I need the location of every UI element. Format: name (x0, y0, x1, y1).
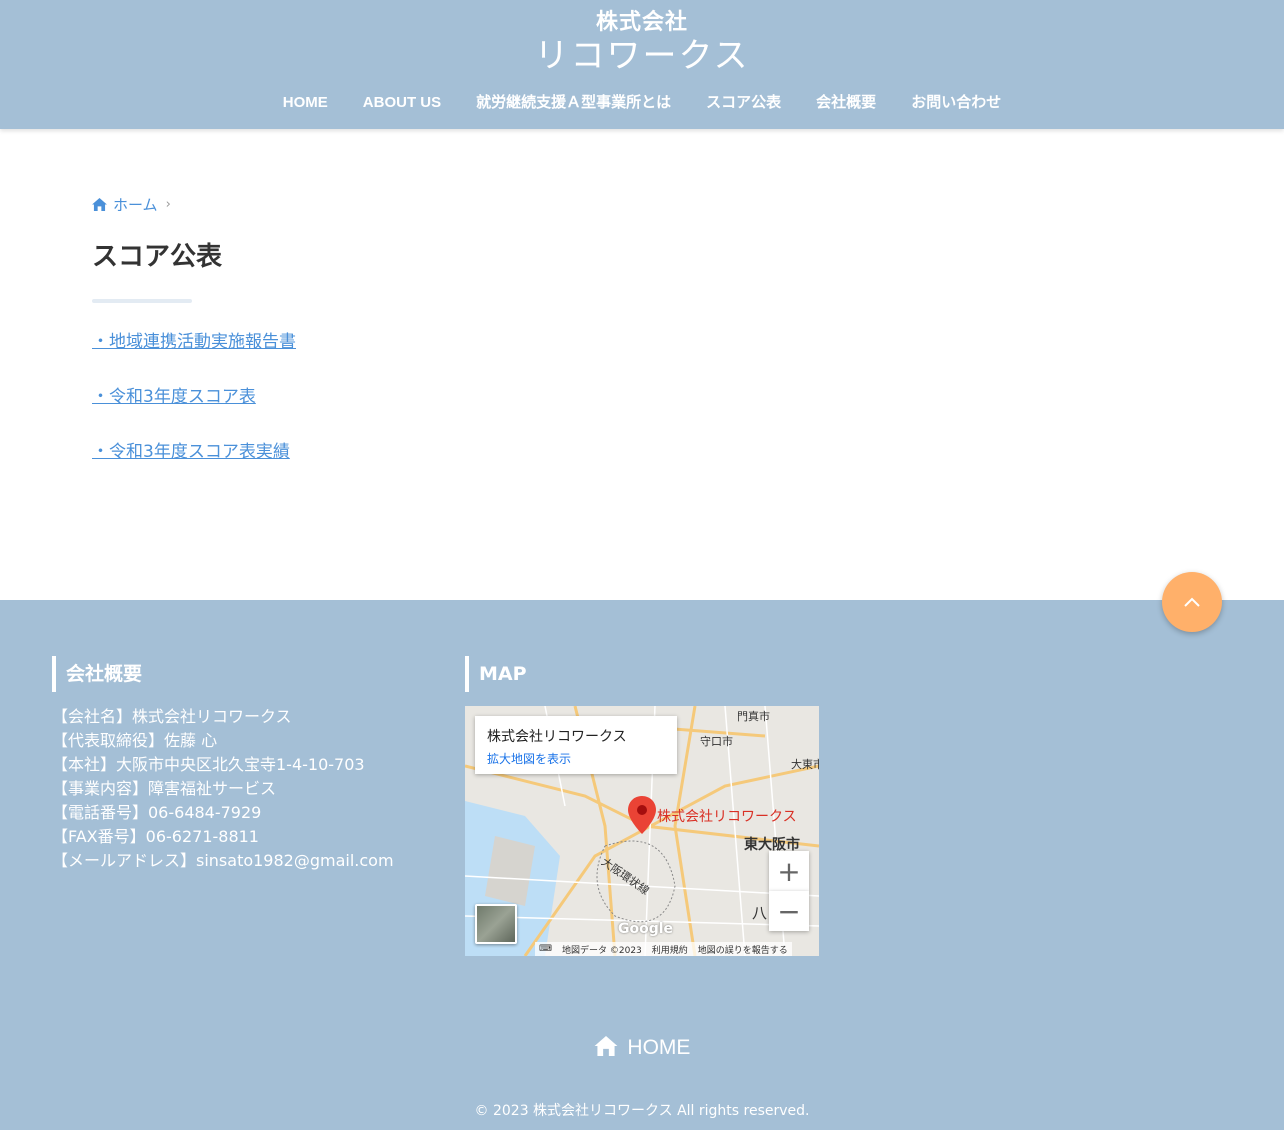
map-enlarge-link[interactable]: 拡大地図を表示 (487, 750, 665, 767)
map-label-daito: 大東市 (791, 758, 819, 771)
company-email: 【メールアドレス】sinsato1982@gmail.com (52, 851, 394, 870)
company-address: 【本社】大阪市中央区北久宝寺1-4-10-703 (52, 755, 365, 774)
chevron-right-icon: › (165, 197, 171, 212)
company-ceo: 【代表取締役】佐藤 心 (52, 731, 218, 750)
link-regional-report[interactable]: ・地域連携活動実施報告書 (92, 327, 296, 352)
link-score-results[interactable]: ・令和3年度スコア表実績 (92, 437, 290, 462)
map-terms-link[interactable]: 利用規約 (652, 943, 688, 956)
company-name: 【会社名】株式会社リコワークス (52, 707, 292, 726)
zoom-out-button[interactable]: − (769, 891, 809, 931)
zoom-in-button[interactable]: + (769, 851, 809, 891)
site-logo[interactable]: 株式会社 リコワークス (0, 8, 1284, 74)
footer-home-label: HOME (627, 1036, 691, 1059)
company-info: 【会社名】株式会社リコワークス 【代表取締役】佐藤 心 【本社】大阪市中央区北久… (52, 705, 394, 873)
link-score-sheet[interactable]: ・令和3年度スコア表 (92, 382, 256, 407)
logo-line1: 株式会社 (595, 10, 688, 35)
map-label-ya: 八 (752, 904, 768, 922)
map-card-title: 株式会社リコワークス (487, 729, 627, 745)
nav-company[interactable]: 会社概要 (816, 92, 876, 114)
map-data-credit: 地図データ ©2023 (562, 945, 642, 956)
nav-about-us[interactable]: ABOUT US (363, 92, 441, 114)
title-underline (92, 299, 192, 303)
company-widget-title: 会社概要 (52, 656, 142, 692)
home-icon (92, 198, 107, 211)
back-to-top-button[interactable] (1162, 572, 1222, 632)
breadcrumb-home-link[interactable]: ホーム (113, 194, 158, 215)
nav-home[interactable]: HOME (283, 92, 328, 114)
map-satellite-toggle[interactable] (475, 904, 517, 944)
company-fax: 【FAX番号】06-6271-8811 (52, 827, 259, 846)
map-pin-icon[interactable] (628, 796, 656, 834)
map-info-card: 株式会社リコワークス 拡大地図を表示 (475, 716, 677, 774)
copyright: © 2023 株式会社リコワークス All rights reserved. (474, 1103, 810, 1119)
map-zoom-controls: + − (769, 851, 809, 931)
map-attribution: ⌨ 地図データ ©2023 利用規約 地図の誤りを報告する (535, 942, 792, 956)
map-widget-title: MAP (465, 656, 527, 692)
page-title: スコア公表 (92, 242, 223, 272)
company-business: 【事業内容】障害福祉サービス (52, 779, 277, 798)
footer-home-link[interactable]: HOME (0, 1036, 1284, 1060)
embedded-map[interactable]: 株式会社リコワークス 拡大地図を表示 門真市 守口市 大東市 東大阪市 大阪環状… (465, 706, 819, 956)
google-logo: Google (618, 921, 674, 937)
site-header: 株式会社 リコワークス HOME ABOUT US 就労継続支援Ａ型事業所とは … (0, 0, 1284, 129)
nav-score[interactable]: スコア公表 (706, 92, 781, 114)
map-label-moriguchi: 守口市 (700, 735, 733, 748)
chevron-up-icon (1184, 597, 1200, 607)
map-report-link[interactable]: 地図の誤りを報告する (698, 943, 788, 956)
home-icon (594, 1036, 618, 1056)
breadcrumb: ホーム › (92, 194, 171, 215)
keyboard-icon[interactable]: ⌨ (539, 944, 552, 954)
logo-line2: リコワークス (534, 36, 750, 76)
company-phone: 【電話番号】06-6484-7929 (52, 803, 262, 822)
main-nav: HOME ABOUT US 就労継続支援Ａ型事業所とは スコア公表 会社概要 お… (0, 92, 1284, 114)
map-label-kadoma: 門真市 (737, 710, 770, 723)
nav-type-a-office[interactable]: 就労継続支援Ａ型事業所とは (476, 92, 671, 114)
map-marker-label: 株式会社リコワークス (657, 809, 797, 825)
nav-contact[interactable]: お問い合わせ (911, 92, 1001, 114)
